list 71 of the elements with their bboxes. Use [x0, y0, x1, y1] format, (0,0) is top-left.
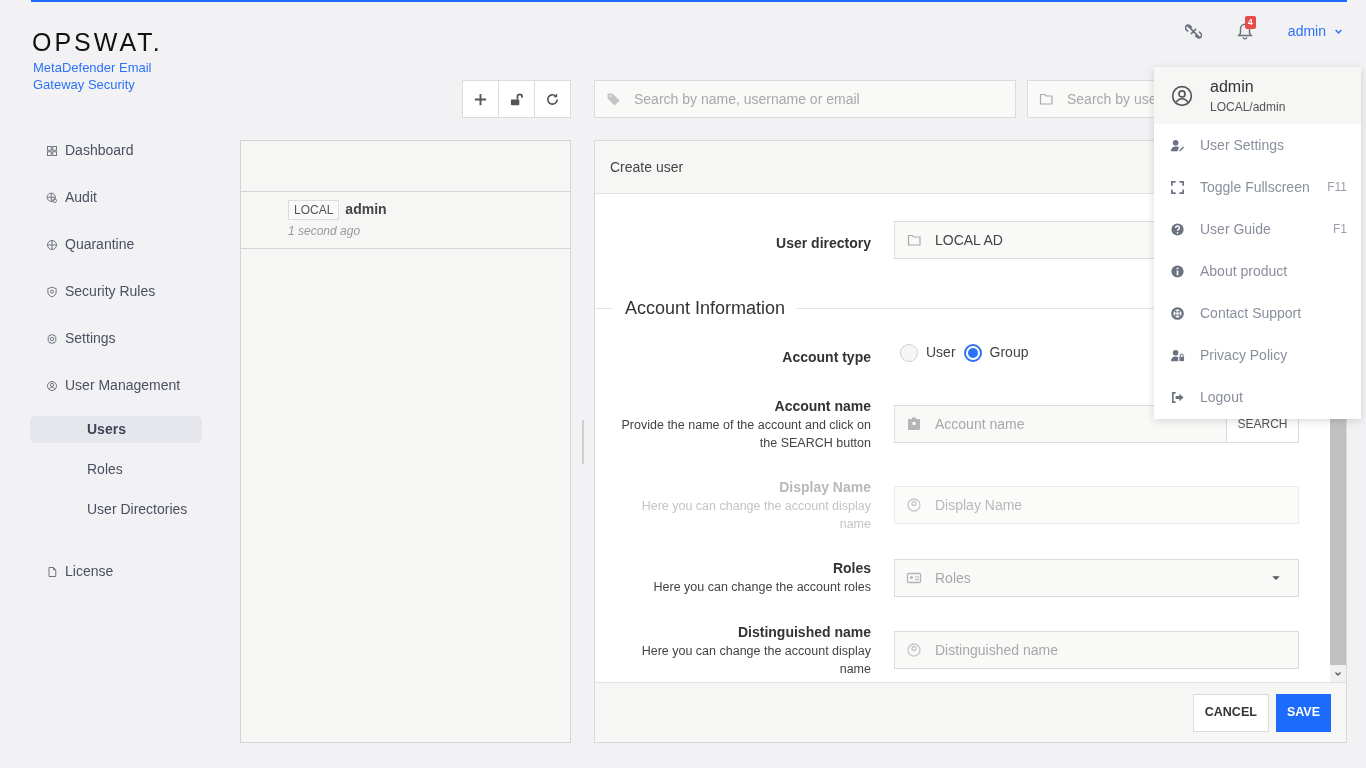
- info-icon: [1169, 263, 1185, 279]
- grid-icon: [46, 144, 58, 157]
- brand-logo: OPSWAT.: [31, 29, 164, 55]
- notification-count: 4: [1244, 16, 1256, 29]
- sidebar-item[interactable]: Settings: [30, 315, 202, 362]
- add-icon: [473, 91, 488, 107]
- sidebar-item[interactable]: User Management: [30, 362, 202, 409]
- unlink-icon[interactable]: [1184, 22, 1202, 40]
- user-name: admin: [345, 200, 387, 219]
- save-button[interactable]: SAVE: [1275, 693, 1331, 732]
- field-help: Provide the name of the account and click on the SEARCH button: [620, 417, 871, 452]
- panel-title: Create user: [610, 157, 684, 177]
- timestamp: 1 second ago: [288, 223, 361, 240]
- field-help: Here you can change the account display name: [640, 498, 871, 533]
- toolbar-button[interactable]: [498, 80, 535, 118]
- field-label: Distinguished name: [737, 623, 871, 641]
- settings-icon: [46, 332, 58, 345]
- help-icon: [1169, 221, 1185, 237]
- directory-tag: LOCAL: [288, 199, 340, 220]
- user-edit-icon: [1169, 137, 1185, 153]
- refresh-icon: [545, 91, 560, 107]
- radio-option[interactable]: Group: [963, 342, 1029, 363]
- sidebar-item[interactable]: License: [30, 548, 202, 595]
- document-icon: [46, 565, 58, 578]
- id-card-icon: [906, 570, 922, 586]
- toolbar-button[interactable]: [534, 80, 571, 118]
- user-circle-icon: [906, 497, 922, 513]
- user-menu-button[interactable]: admin: [1287, 20, 1343, 42]
- menu-account: LOCAL/admin: [1210, 98, 1286, 115]
- cancel-button[interactable]: CANCEL: [1192, 693, 1269, 732]
- tag-icon: [606, 91, 622, 107]
- user-circle-icon: [906, 642, 922, 658]
- sidebar-item[interactable]: Audit: [30, 174, 202, 221]
- user-lock-icon: [1169, 347, 1185, 363]
- sidebar-subitem[interactable]: User Directories: [30, 495, 202, 523]
- menu-user-name: admin: [1210, 76, 1255, 97]
- search-field[interactable]: Search by name, username or email: [594, 80, 1016, 118]
- globe-icon: [46, 238, 58, 251]
- field-label: Account name: [774, 397, 871, 415]
- sidebar-item[interactable]: Quarantine: [30, 221, 202, 268]
- sidebar-subitem[interactable]: Users: [30, 415, 202, 443]
- section-title: Account Information: [624, 297, 787, 320]
- folder-icon: [1039, 91, 1055, 107]
- user-circle-icon: [1171, 84, 1193, 107]
- fullscreen-icon: [1169, 179, 1185, 195]
- input-field[interactable]: Distinguished name: [894, 631, 1299, 669]
- logout-icon: [1169, 389, 1185, 405]
- lifebuoy-icon: [1169, 305, 1185, 321]
- folder-icon: [907, 232, 923, 248]
- field-help: Here you can change the account display name: [640, 643, 871, 678]
- shortcut-label: F1: [1333, 221, 1347, 238]
- unlock-icon: [509, 91, 524, 107]
- resize-handle[interactable]: [581, 419, 584, 464]
- sidebar-subitem[interactable]: Roles: [30, 455, 202, 483]
- sidebar-item[interactable]: Security Rules: [30, 268, 202, 315]
- id-badge-icon: [906, 416, 922, 432]
- field-label: Roles: [832, 559, 871, 577]
- product-name: MetaDefender Email Gateway Security: [32, 59, 153, 93]
- sidebar-item[interactable]: Dashboard: [30, 127, 202, 174]
- user-circle-icon: [46, 379, 58, 392]
- field-label: Display Name: [779, 478, 871, 496]
- chevron-down-icon: [1334, 669, 1342, 678]
- shield-icon: [46, 285, 58, 298]
- user-list-row[interactable]: LOCAL admin 1 second ago: [241, 192, 570, 249]
- field-help: Here you can change the account roles: [653, 579, 871, 596]
- globe-icon: [46, 191, 58, 204]
- input-field[interactable]: Account name: [894, 405, 1227, 443]
- radio-option[interactable]: User: [900, 342, 956, 363]
- shortcut-label: F11: [1327, 179, 1347, 196]
- field-label: User directory: [776, 235, 871, 251]
- field-label: Account type: [782, 349, 871, 365]
